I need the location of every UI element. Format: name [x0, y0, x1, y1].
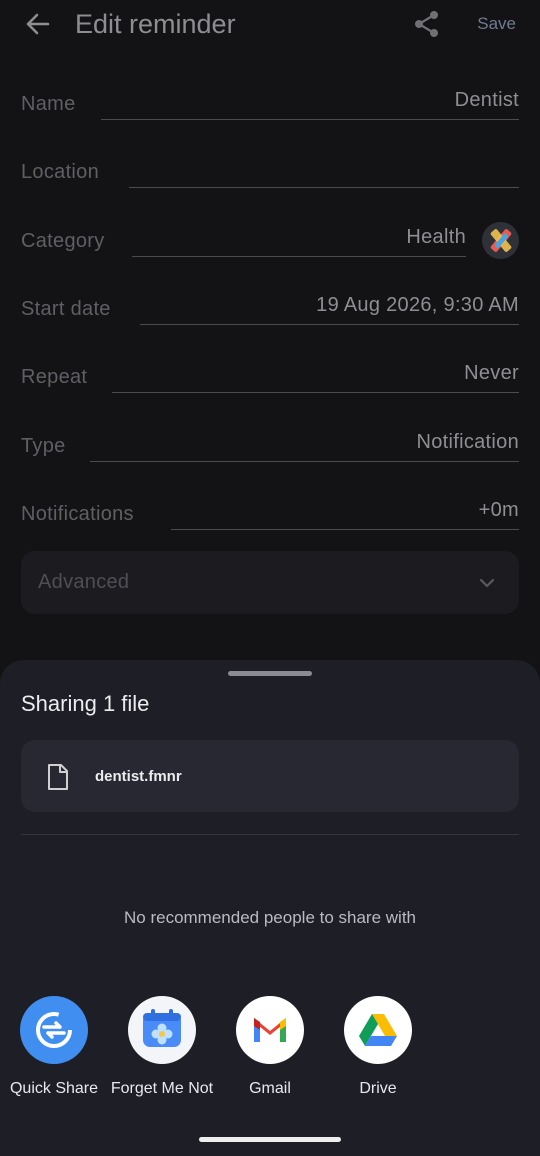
name-underline [101, 119, 519, 120]
type-field[interactable]: Type Notification [21, 422, 519, 462]
type-value: Notification [416, 431, 519, 453]
advanced-label: Advanced [38, 571, 130, 593]
share-sheet: Sharing 1 file dentist.fmnr No recommend… [0, 660, 540, 1156]
back-button[interactable] [22, 8, 54, 40]
notifications-value: +0m [478, 499, 519, 521]
notifications-field[interactable]: Notifications +0m [21, 490, 519, 530]
file-icon [48, 764, 68, 790]
no-people-message: No recommended people to share with [124, 908, 416, 927]
location-underline [129, 187, 519, 188]
repeat-value: Never [464, 362, 519, 384]
type-underline [90, 461, 519, 462]
share-target-gmail[interactable]: Gmail [216, 996, 324, 1098]
drag-handle[interactable] [228, 671, 312, 676]
app-label: Quick Share [9, 1080, 99, 1097]
start-date-field[interactable]: Start date 19 Aug 2026, 9:30 AM [21, 285, 519, 325]
start-date-label: Start date [21, 298, 111, 320]
save-button[interactable]: Save [477, 13, 516, 35]
top-app-bar: Edit reminder Save [0, 0, 540, 50]
chevron-down-icon [479, 578, 495, 588]
category-field[interactable]: Category Health [21, 217, 519, 257]
advanced-section[interactable]: Advanced [21, 551, 519, 614]
app-label: Forget Me Not [110, 1080, 214, 1097]
start-date-underline [140, 324, 519, 325]
page-title: Edit reminder [75, 9, 236, 39]
location-field[interactable]: Location [21, 148, 519, 188]
notifications-label: Notifications [21, 503, 134, 525]
category-label: Category [21, 230, 105, 252]
start-date-value: 19 Aug 2026, 9:30 AM [316, 294, 519, 316]
forget-me-not-icon [128, 996, 196, 1064]
location-label: Location [21, 161, 100, 183]
gesture-navigation-bar[interactable] [199, 1137, 341, 1142]
name-field[interactable]: Name Dentist [21, 80, 519, 120]
app-label: Gmail [249, 1080, 291, 1097]
file-preview-card: dentist.fmnr [21, 740, 519, 812]
category-health-icon[interactable] [482, 222, 519, 259]
file-name: dentist.fmnr [95, 768, 182, 785]
gmail-icon [236, 996, 304, 1064]
app-label: Drive [359, 1080, 397, 1097]
repeat-underline [112, 392, 519, 393]
type-label: Type [21, 435, 66, 457]
drive-icon [344, 996, 412, 1064]
share-icon [415, 11, 438, 37]
notifications-underline [171, 529, 519, 530]
arrow-left-icon [26, 13, 50, 35]
share-button[interactable] [412, 9, 442, 39]
share-target-quick-share[interactable]: Quick Share [0, 996, 108, 1098]
quick-share-icon [20, 996, 88, 1064]
name-value: Dentist [454, 89, 519, 111]
share-target-drive[interactable]: Drive [324, 996, 432, 1098]
category-underline [132, 256, 466, 257]
category-value: Health [406, 226, 466, 248]
repeat-label: Repeat [21, 366, 88, 388]
share-target-forget-me-not[interactable]: Forget Me Not [108, 996, 216, 1098]
repeat-field[interactable]: Repeat Never [21, 353, 519, 393]
divider [21, 834, 519, 835]
sharing-title: Sharing 1 file [21, 691, 150, 716]
name-label: Name [21, 93, 76, 115]
